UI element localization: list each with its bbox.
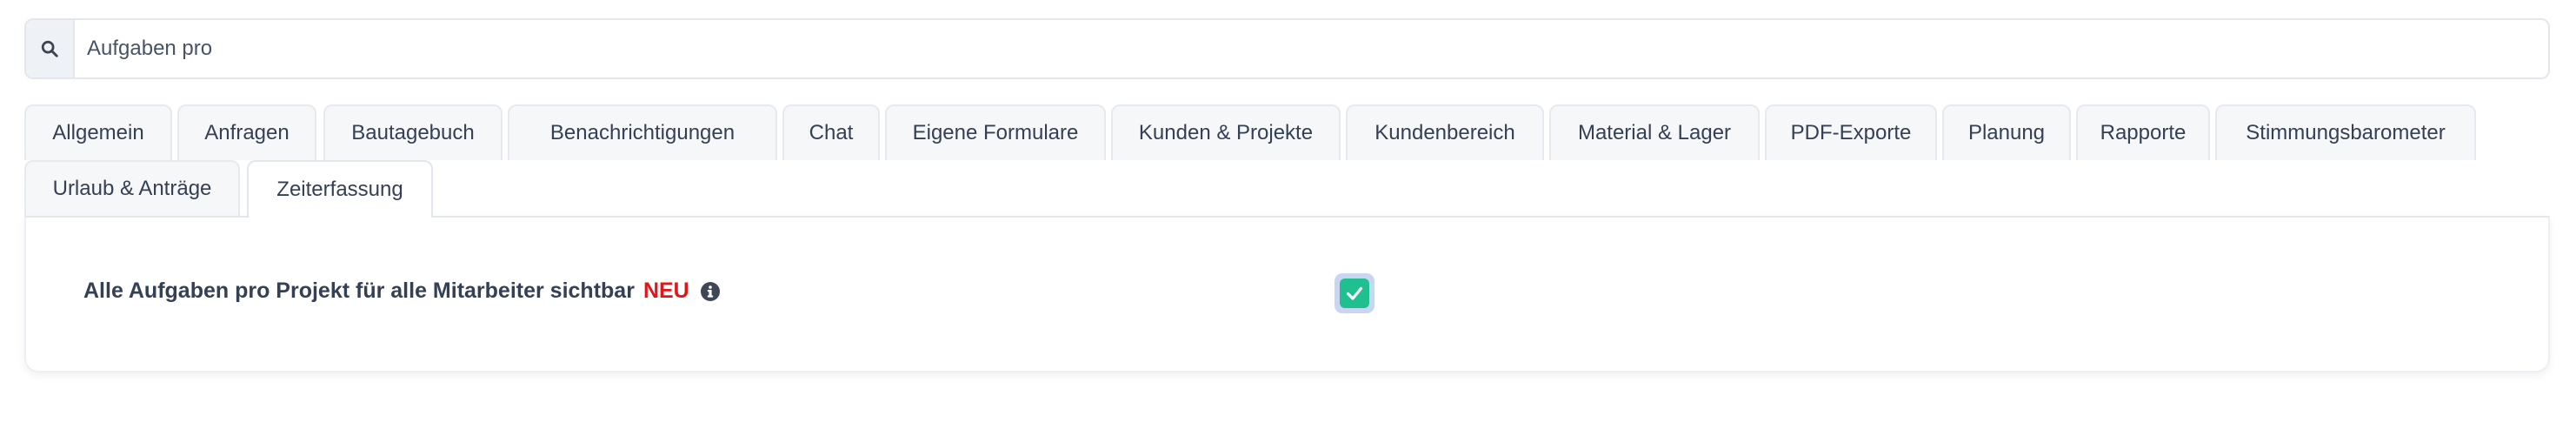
tab-allgemein[interactable]: Allgemein <box>24 104 172 160</box>
tab-pdf-exporte[interactable]: PDF-Exporte <box>1765 104 1937 160</box>
tab-material-lager[interactable]: Material & Lager <box>1549 104 1760 160</box>
tab-urlaub-antraege[interactable]: Urlaub & Anträge <box>24 160 240 216</box>
setting-row: Alle Aufgaben pro Projekt für alle Mitar… <box>83 279 721 304</box>
search-addon <box>26 20 75 77</box>
tab-kunden-projekte[interactable]: Kunden & Projekte <box>1111 104 1341 160</box>
tab-bautagebuch[interactable]: Bautagebuch <box>323 104 503 160</box>
tab-eigene-formulare[interactable]: Eigene Formulare <box>885 104 1106 160</box>
tab-zeiterfassung[interactable]: Zeiterfassung <box>247 160 433 218</box>
tab-benachrichtigungen[interactable]: Benachrichtigungen <box>508 104 777 160</box>
info-icon[interactable] <box>700 281 721 302</box>
settings-panel: Alle Aufgaben pro Projekt für alle Mitar… <box>24 216 2550 373</box>
search-bar <box>24 18 2550 79</box>
checkmark-icon <box>1346 286 1363 300</box>
tab-kundenbereich[interactable]: Kundenbereich <box>1346 104 1544 160</box>
settings-page: Allgemein Anfragen Bautagebuch Benachric… <box>0 0 2576 443</box>
tab-anfragen[interactable]: Anfragen <box>177 104 316 160</box>
visibility-checkbox[interactable] <box>1335 273 1375 313</box>
search-input[interactable] <box>75 20 2548 77</box>
setting-label: Alle Aufgaben pro Projekt für alle Mitar… <box>83 279 635 303</box>
tab-stimmungsbarometer[interactable]: Stimmungsbarometer <box>2215 104 2476 160</box>
tab-chat[interactable]: Chat <box>782 104 880 160</box>
checkbox-box <box>1340 279 1369 308</box>
new-badge: NEU <box>642 279 689 303</box>
search-icon <box>41 40 58 57</box>
tab-planung[interactable]: Planung <box>1942 104 2071 160</box>
tab-rapporte[interactable]: Rapporte <box>2076 104 2210 160</box>
